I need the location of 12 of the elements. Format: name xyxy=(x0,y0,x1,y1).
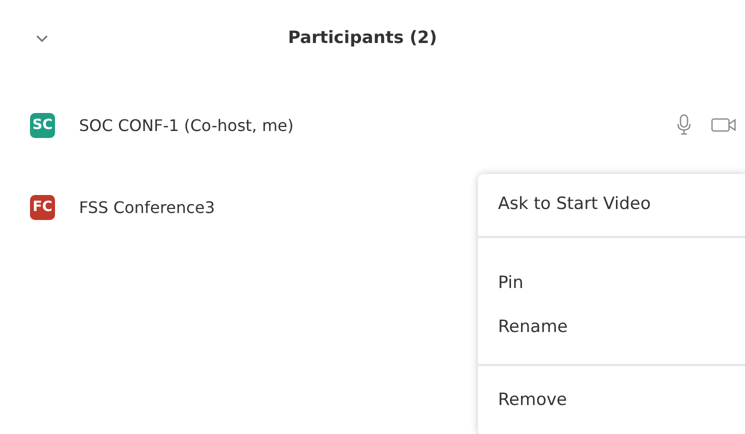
menu-item[interactable]: Remove xyxy=(478,378,745,422)
participant-name: FSS Conference3 xyxy=(79,198,215,216)
avatar-badge: SC xyxy=(30,112,55,138)
menu-item[interactable]: Pin xyxy=(478,272,745,316)
avatar-badge: FC xyxy=(30,194,55,220)
panel-title: Participants (2) xyxy=(288,28,437,48)
microphone-icon[interactable] xyxy=(677,114,691,136)
menu-item[interactable]: Ask to Start Video xyxy=(478,186,745,222)
collapse-chevron-icon[interactable] xyxy=(35,34,49,43)
participant-name: SOC CONF-1 (Co-host, me) xyxy=(79,116,294,134)
menu-item[interactable]: Rename xyxy=(478,316,745,360)
video-camera-icon[interactable] xyxy=(711,117,737,133)
